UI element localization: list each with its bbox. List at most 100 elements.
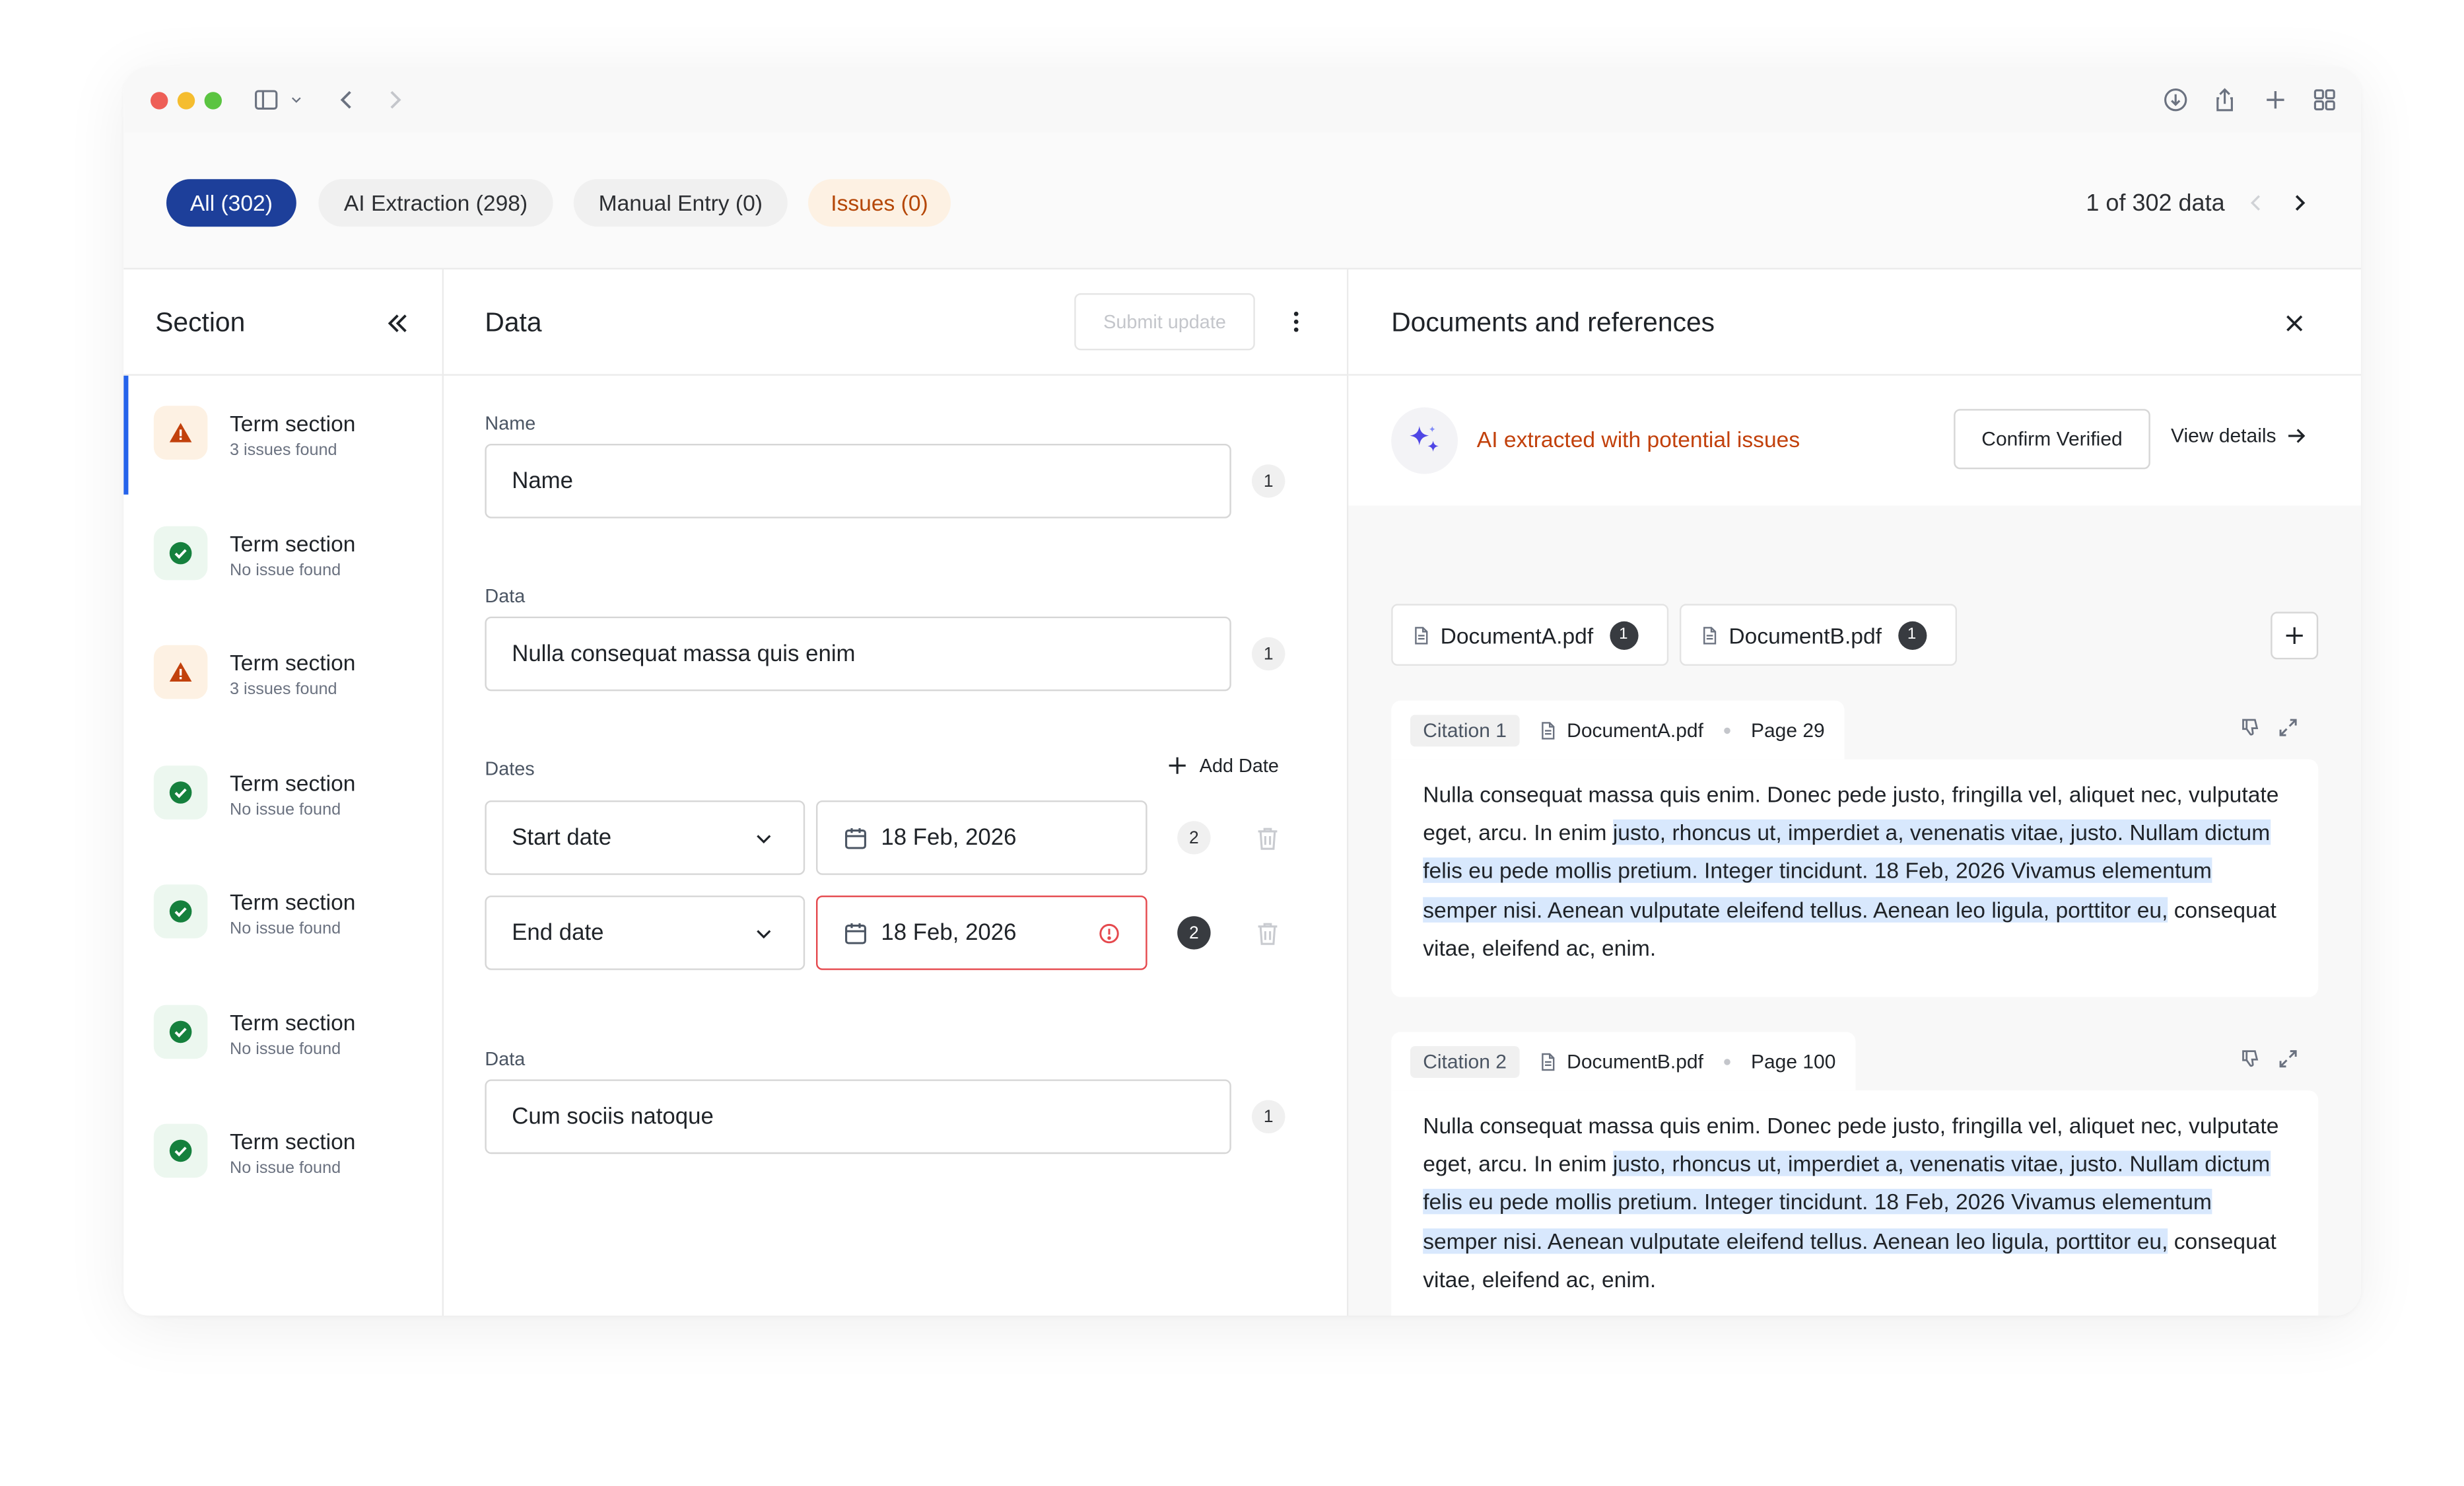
file-icon <box>1538 721 1557 740</box>
section-panel: Section Term section 3 issues found Term s… <box>123 269 444 1316</box>
data-panel: Data Submit update Name Name 1 Data Null… <box>444 269 1349 1316</box>
name-field[interactable]: Name <box>485 444 1231 518</box>
download-icon[interactable] <box>2160 84 2191 116</box>
filter-issues-chip[interactable]: Issues (0) <box>808 179 951 227</box>
citation-page[interactable]: Page 100 <box>1751 1050 1835 1073</box>
end-date-field[interactable]: 18 Feb, 2026 <box>816 896 1147 970</box>
section-panel-title: Section <box>155 307 246 338</box>
file-icon <box>1412 625 1431 645</box>
more-options-icon[interactable] <box>1283 309 1309 334</box>
citation-page[interactable]: Page 29 <box>1751 719 1825 741</box>
name-label: Name <box>485 412 536 435</box>
section-item-status: 3 issues found <box>230 441 337 460</box>
next-record-icon[interactable] <box>2283 187 2315 219</box>
calendar-icon <box>843 920 868 945</box>
section-item[interactable]: Term section No issue found <box>123 1094 442 1213</box>
forward-icon[interactable] <box>379 84 411 116</box>
citation-text: Nulla consequat massa quis enim. Donec p… <box>1391 759 2319 997</box>
sparkle-icon <box>1391 407 1458 474</box>
tab-overview-icon[interactable] <box>2309 84 2341 116</box>
section-item-status: 3 issues found <box>230 680 337 699</box>
title-bar <box>123 66 2362 133</box>
collapse-panel-icon[interactable] <box>385 310 410 336</box>
filter-manual-entry-chip[interactable]: Manual Entry (0) <box>573 179 788 227</box>
end-date-type-select[interactable]: End date <box>485 896 805 970</box>
expand-icon[interactable] <box>2277 1047 2300 1078</box>
separator-dot <box>1724 1058 1730 1065</box>
section-item-title: Term section <box>230 410 356 436</box>
section-item[interactable]: Term section 3 issues found <box>123 375 442 495</box>
view-details-label: View details <box>2171 425 2276 447</box>
minimize-window-button[interactable] <box>177 92 195 110</box>
section-panel-header: Section <box>123 269 442 376</box>
close-icon[interactable] <box>2282 310 2307 336</box>
citation-document[interactable]: DocumentA.pdf <box>1567 719 1703 741</box>
citation-actions <box>2239 717 2299 747</box>
calendar-icon <box>843 825 868 850</box>
file-icon <box>1700 625 1719 645</box>
delete-end-date-icon[interactable] <box>1253 919 1282 948</box>
filter-ai-extraction-chip[interactable]: AI Extraction (298) <box>318 179 553 227</box>
section-item-status: No issue found <box>230 560 341 580</box>
citation-card: Citation 1 DocumentA.pdf Page 29 Nulla cons… <box>1391 700 2319 997</box>
citation-tag: Citation 1 <box>1410 714 1520 746</box>
citation-tag: Citation 2 <box>1410 1045 1520 1077</box>
file-icon <box>1538 1051 1557 1071</box>
plus-icon <box>2283 625 2306 647</box>
section-item[interactable]: Term section No issue found <box>123 855 442 973</box>
document-name: DocumentA.pdf <box>1440 622 1594 648</box>
start-date-value: 18 Feb, 2026 <box>881 825 1017 851</box>
expand-icon[interactable] <box>2277 717 2300 747</box>
section-item-title: Term section <box>230 1128 356 1154</box>
section-item-status: No issue found <box>230 1158 341 1178</box>
section-item[interactable]: Term section No issue found <box>123 734 442 853</box>
check-circle-icon <box>153 884 208 938</box>
add-date-label: Add Date <box>1199 754 1279 777</box>
previous-record-icon[interactable] <box>2241 187 2273 219</box>
add-date-button[interactable]: Add Date <box>1166 754 1279 777</box>
view-details-button[interactable]: View details <box>2171 425 2308 447</box>
document-chip-a[interactable]: DocumentA.pdf 1 <box>1391 604 1669 666</box>
filter-all-chip[interactable]: All (302) <box>166 179 296 227</box>
name-reference-count[interactable]: 1 <box>1252 464 1285 498</box>
end-date-reference-count[interactable]: 2 <box>1177 916 1211 950</box>
section-item[interactable]: Term section No issue found <box>123 495 442 614</box>
document-chip-b[interactable]: DocumentB.pdf 1 <box>1680 604 1957 666</box>
citation-document[interactable]: DocumentB.pdf <box>1567 1050 1703 1073</box>
thumbs-down-icon[interactable] <box>2239 717 2261 747</box>
data-field[interactable]: Nulla consequat massa quis enim <box>485 616 1231 691</box>
back-icon[interactable] <box>331 84 363 116</box>
start-date-type-select[interactable]: Start date <box>485 800 805 875</box>
chevron-down-icon <box>753 828 775 850</box>
delete-start-date-icon[interactable] <box>1253 824 1282 853</box>
sidebar-toggle-icon[interactable] <box>250 84 282 116</box>
pager-text: 1 of 302 data <box>2086 190 2225 217</box>
start-date-reference-count[interactable]: 2 <box>1177 821 1211 855</box>
close-window-button[interactable] <box>151 92 168 110</box>
section-item-title: Term section <box>230 530 356 556</box>
section-item[interactable]: Term section 3 issues found <box>123 615 442 734</box>
thumbs-down-icon[interactable] <box>2239 1047 2261 1078</box>
share-icon[interactable] <box>2209 84 2241 116</box>
section-item-title: Term section <box>230 769 356 795</box>
start-date-field[interactable]: 18 Feb, 2026 <box>816 800 1147 875</box>
data2-label: Data <box>485 1047 526 1071</box>
data2-field[interactable]: Cum sociis natoque <box>485 1079 1231 1154</box>
data2-reference-count[interactable]: 1 <box>1252 1100 1285 1134</box>
ai-status-row: AI extracted with potential issues Confi… <box>1348 375 2362 506</box>
end-date-type-value: End date <box>512 920 604 946</box>
documents-panel-title: Documents and references <box>1391 307 1715 338</box>
documents-panel-header: Documents and references <box>1348 269 2362 376</box>
end-date-value: 18 Feb, 2026 <box>881 920 1017 946</box>
chevron-down-icon[interactable] <box>287 84 306 116</box>
submit-update-button[interactable]: Submit update <box>1074 293 1255 351</box>
new-tab-icon[interactable] <box>2259 84 2291 116</box>
section-item[interactable]: Term section No issue found <box>123 974 442 1093</box>
document-count-badge: 1 <box>1898 620 1927 649</box>
data-reference-count[interactable]: 1 <box>1252 637 1285 671</box>
arrow-right-icon <box>2286 425 2308 447</box>
confirm-verified-button[interactable]: Confirm Verified <box>1954 409 2150 470</box>
maximize-window-button[interactable] <box>204 92 222 110</box>
add-document-button[interactable] <box>2271 612 2319 660</box>
check-circle-icon <box>153 765 208 819</box>
